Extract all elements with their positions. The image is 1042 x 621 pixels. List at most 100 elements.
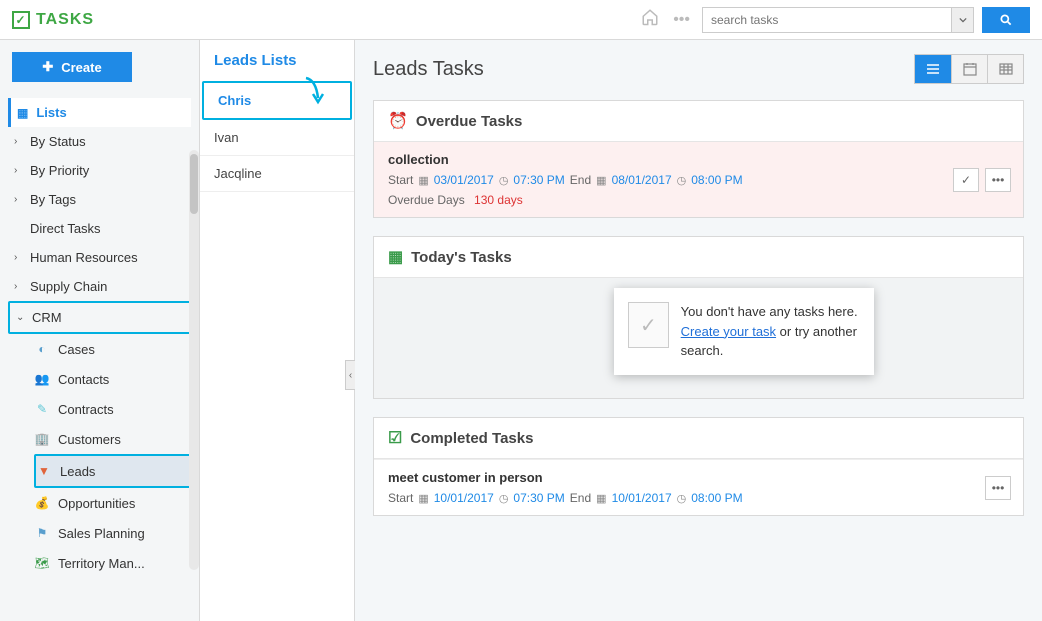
search-dropdown[interactable] <box>952 7 974 33</box>
calendar-today-icon: ▦ <box>388 247 403 267</box>
row-actions: ✓ ••• <box>953 168 1011 192</box>
completed-section: ☑ Completed Tasks meet customer in perso… <box>373 417 1024 516</box>
customers-icon: 🏢 <box>34 431 50 447</box>
nav-by-status[interactable]: › By Status <box>8 127 191 156</box>
sidebar: ✚ Create ▦ Lists › By Status › By Priori… <box>0 40 200 621</box>
calendar-icon: ▦ <box>596 174 606 187</box>
overdue-title: Overdue Tasks <box>416 113 522 130</box>
nav-supply-chain[interactable]: › Supply Chain <box>8 272 191 301</box>
view-list-button[interactable] <box>915 55 951 83</box>
task-row[interactable]: meet customer in person Start ▦ 10/01/20… <box>374 459 1023 515</box>
completed-title: Completed Tasks <box>410 430 533 447</box>
nav-contracts[interactable]: ✎ Contracts <box>34 394 191 424</box>
nav-opportunities[interactable]: 💰 Opportunities <box>34 488 191 518</box>
plus-icon: ✚ <box>42 59 53 75</box>
top-icons: ••• <box>641 8 690 31</box>
create-label: Create <box>61 60 101 75</box>
collapse-handle[interactable]: ‹ <box>345 360 355 390</box>
overdue-section: ⏰ Overdue Tasks collection Start ▦ 03/01… <box>373 100 1024 218</box>
check-icon: ✓ <box>12 11 30 29</box>
calendar-icon: ▦ <box>418 174 428 187</box>
today-section: ▦ Today's Tasks ✓ You don't have any tas… <box>373 236 1024 399</box>
check-list-icon: ☑ <box>388 428 402 448</box>
nav-by-tags[interactable]: › By Tags <box>8 185 191 214</box>
main-content: Leads Tasks ⏰ Overdue Tasks coll <box>355 40 1042 621</box>
more-actions-button[interactable]: ••• <box>985 168 1011 192</box>
row-actions: ••• <box>985 476 1011 500</box>
main-header: Leads Tasks <box>373 54 1024 84</box>
create-button[interactable]: ✚ Create <box>12 52 132 82</box>
leads-icon: ▼ <box>36 463 52 479</box>
clock-icon: ◷ <box>499 174 509 187</box>
cases-icon: ◐ <box>34 341 50 357</box>
sales-planning-icon: ⚑ <box>34 525 50 541</box>
nav-territory[interactable]: 🗺 Territory Man... <box>34 548 191 578</box>
empty-calendar-icon: ✓ <box>628 302 669 348</box>
alarm-icon: ⏰ <box>388 111 408 131</box>
nav-leads[interactable]: ▼ Leads <box>34 454 191 488</box>
today-header: ▦ Today's Tasks <box>374 237 1023 278</box>
chevron-right-icon: › <box>14 136 22 147</box>
nav-human-resources[interactable]: › Human Resources <box>8 243 191 272</box>
view-switcher <box>914 54 1024 84</box>
task-meta: Start ▦ 03/01/2017 ◷ 07:30 PM End ▦ 08/0… <box>388 173 1009 187</box>
nav-customers[interactable]: 🏢 Customers <box>34 424 191 454</box>
task-title: collection <box>388 152 1009 167</box>
home-icon[interactable] <box>641 8 659 31</box>
clock-icon: ◷ <box>499 492 509 505</box>
contracts-icon: ✎ <box>34 401 50 417</box>
today-body: ✓ You don't have any tasks here. Create … <box>374 278 1023 398</box>
completed-header: ☑ Completed Tasks <box>374 418 1023 459</box>
nav-direct-tasks[interactable]: Direct Tasks <box>8 214 191 243</box>
calendar-icon: ▦ <box>418 492 428 505</box>
search-input[interactable] <box>702 7 952 33</box>
grid-icon: ▦ <box>17 106 28 120</box>
task-row[interactable]: collection Start ▦ 03/01/2017 ◷ 07:30 PM… <box>374 142 1023 217</box>
nav-cases[interactable]: ◐ Cases <box>34 334 191 364</box>
app-name: TASKS <box>36 11 94 29</box>
today-title: Today's Tasks <box>411 249 512 266</box>
top-bar: ✓ TASKS ••• <box>0 0 1042 40</box>
leads-item-chris[interactable]: Chris <box>202 81 352 120</box>
view-calendar-button[interactable] <box>951 55 987 83</box>
sidebar-scrollbar[interactable] <box>189 150 199 570</box>
nav-sales-planning[interactable]: ⚑ Sales Planning <box>34 518 191 548</box>
complete-task-button[interactable]: ✓ <box>953 168 979 192</box>
task-meta: Start ▦ 10/01/2017 ◷ 07:30 PM End ▦ 10/0… <box>388 491 1009 505</box>
leads-item-ivan[interactable]: Ivan <box>200 120 354 156</box>
app-logo: ✓ TASKS <box>12 11 94 29</box>
view-grid-button[interactable] <box>987 55 1023 83</box>
chevron-right-icon: › <box>14 194 22 205</box>
overdue-days: Overdue Days 130 days <box>388 193 1009 207</box>
create-task-link[interactable]: Create your task <box>681 324 776 339</box>
more-icon[interactable]: ••• <box>673 11 690 29</box>
lists-label: Lists <box>36 105 66 120</box>
task-title: meet customer in person <box>388 470 1009 485</box>
overdue-header: ⏰ Overdue Tasks <box>374 101 1023 142</box>
clock-icon: ◷ <box>677 174 687 187</box>
empty-state-card: ✓ You don't have any tasks here. Create … <box>614 288 874 375</box>
nav-by-priority[interactable]: › By Priority <box>8 156 191 185</box>
leads-lists-title: Leads Lists <box>200 52 354 81</box>
chevron-right-icon: › <box>14 281 22 292</box>
crm-submenu: ◐ Cases 👥 Contacts ✎ Contracts 🏢 Custome… <box>8 334 191 578</box>
search-button[interactable] <box>982 7 1030 33</box>
chevron-right-icon: › <box>14 252 22 263</box>
contacts-icon: 👥 <box>34 371 50 387</box>
nav-crm[interactable]: ⌄ CRM <box>8 301 191 334</box>
search-wrap <box>702 7 1030 33</box>
chevron-down-icon: ⌄ <box>16 312 24 323</box>
leads-panel: Leads Lists Chris Ivan Jacqline ‹ <box>200 40 355 621</box>
empty-text: You don't have any tasks here. Create yo… <box>681 302 860 361</box>
leads-item-jacqline[interactable]: Jacqline <box>200 156 354 192</box>
scrollbar-thumb[interactable] <box>190 154 198 214</box>
nav-lists[interactable]: ▦ Lists <box>8 98 191 127</box>
calendar-icon: ▦ <box>596 492 606 505</box>
clock-icon: ◷ <box>677 492 687 505</box>
more-actions-button[interactable]: ••• <box>985 476 1011 500</box>
page-title: Leads Tasks <box>373 58 484 81</box>
nav-contacts[interactable]: 👥 Contacts <box>34 364 191 394</box>
opportunities-icon: 💰 <box>34 495 50 511</box>
chevron-right-icon: › <box>14 165 22 176</box>
overdue-body: collection Start ▦ 03/01/2017 ◷ 07:30 PM… <box>374 142 1023 217</box>
